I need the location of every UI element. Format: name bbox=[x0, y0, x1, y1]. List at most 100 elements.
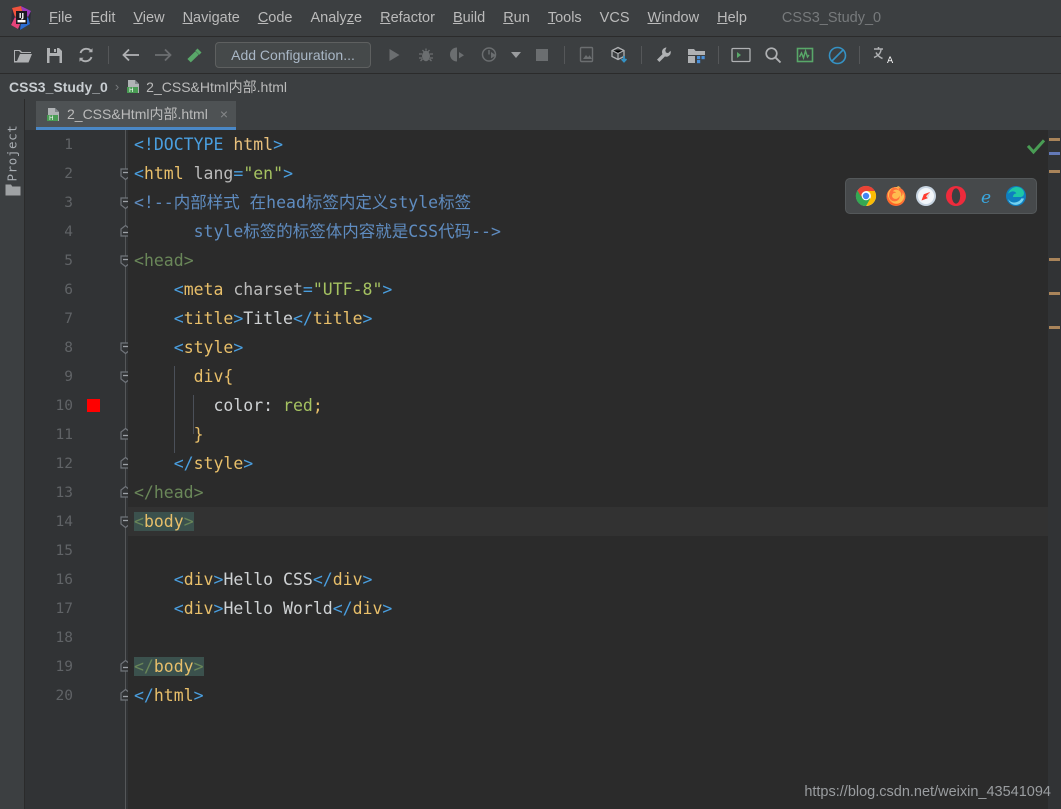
close-icon[interactable]: × bbox=[220, 106, 228, 122]
code-line[interactable]: } bbox=[128, 420, 1048, 449]
menu-item-vcs[interactable]: VCS bbox=[591, 7, 639, 29]
save-all-icon[interactable] bbox=[41, 42, 67, 68]
code-line[interactable]: </style> bbox=[128, 449, 1048, 478]
menu-item-build[interactable]: Build bbox=[444, 7, 494, 29]
terminal-icon[interactable] bbox=[728, 42, 754, 68]
error-stripe-mark[interactable] bbox=[1049, 152, 1060, 155]
code-line[interactable]: <meta charset="UTF-8"> bbox=[128, 275, 1048, 304]
code-line[interactable]: <!DOCTYPE html> bbox=[128, 130, 1048, 159]
editor-gutter[interactable]: 1234567891011121314151617181920 bbox=[25, 130, 128, 809]
code-line[interactable]: <body> bbox=[128, 507, 1048, 536]
menu-item-navigate[interactable]: Navigate bbox=[174, 7, 249, 29]
inspection-ok-checkmark-icon[interactable] bbox=[1027, 138, 1045, 161]
menu-item-tools[interactable]: Tools bbox=[539, 7, 591, 29]
code-line[interactable] bbox=[128, 536, 1048, 565]
sync-refresh-icon[interactable] bbox=[73, 42, 99, 68]
menu-item-view[interactable]: View bbox=[124, 7, 173, 29]
code-line[interactable]: <div>Hello World</div> bbox=[128, 594, 1048, 623]
code-line[interactable]: <style> bbox=[128, 333, 1048, 362]
code-pane[interactable]: <!DOCTYPE html><html lang="en"><!--内部样式 … bbox=[128, 130, 1048, 809]
gutter-line[interactable]: 18 bbox=[25, 623, 128, 652]
code-line[interactable]: <head> bbox=[128, 246, 1048, 275]
code-line[interactable]: </body> bbox=[128, 652, 1048, 681]
browser-open-in-popup[interactable]: e bbox=[845, 178, 1037, 214]
gutter-line[interactable]: 2 bbox=[25, 159, 128, 188]
stop-icon[interactable] bbox=[529, 42, 555, 68]
breakpoint-marker[interactable] bbox=[87, 399, 100, 412]
error-stripe-mark[interactable] bbox=[1049, 258, 1060, 261]
gutter-line[interactable]: 13 bbox=[25, 478, 128, 507]
gutter-line[interactable]: 19 bbox=[25, 652, 128, 681]
no-access-icon[interactable] bbox=[824, 42, 850, 68]
back-arrow-icon[interactable] bbox=[118, 42, 144, 68]
error-stripe[interactable] bbox=[1048, 130, 1061, 809]
error-stripe-mark[interactable] bbox=[1049, 138, 1060, 141]
error-stripe-mark[interactable] bbox=[1049, 292, 1060, 295]
menu-item-code[interactable]: Code bbox=[249, 7, 302, 29]
update-project-icon[interactable] bbox=[574, 42, 600, 68]
gutter-line[interactable]: 20 bbox=[25, 681, 128, 710]
code-token: head bbox=[154, 483, 194, 502]
gutter-line[interactable]: 5 bbox=[25, 246, 128, 275]
menu-item-analyze[interactable]: Analyze bbox=[302, 7, 372, 29]
code-editor[interactable]: 1234567891011121314151617181920 <!DOCTYP… bbox=[25, 130, 1061, 809]
safari-icon[interactable] bbox=[915, 185, 937, 207]
opera-icon[interactable] bbox=[945, 185, 967, 207]
run-icon[interactable] bbox=[381, 42, 407, 68]
gutter-line[interactable]: 15 bbox=[25, 536, 128, 565]
run-configuration-selector[interactable]: Add Configuration... bbox=[215, 42, 371, 68]
code-line[interactable]: </html> bbox=[128, 681, 1048, 710]
open-folder-icon[interactable] bbox=[9, 42, 35, 68]
error-stripe-mark[interactable] bbox=[1049, 170, 1060, 173]
editor-tab[interactable]: H 2_CSS&Html内部.html × bbox=[36, 101, 236, 130]
code-line[interactable]: color: red; bbox=[128, 391, 1048, 420]
gutter-line[interactable]: 10 bbox=[25, 391, 128, 420]
commit-icon[interactable] bbox=[606, 42, 632, 68]
watermark: https://blog.csdn.net/weixin_43541094 bbox=[804, 784, 1051, 800]
code-line[interactable]: style标签的标签体内容就是CSS代码--> bbox=[128, 217, 1048, 246]
chrome-icon[interactable] bbox=[855, 185, 877, 207]
code-line[interactable]: <div>Hello CSS</div> bbox=[128, 565, 1048, 594]
menu-item-help[interactable]: Help bbox=[708, 7, 756, 29]
run-coverage-icon[interactable] bbox=[445, 42, 471, 68]
gutter-line[interactable]: 4 bbox=[25, 217, 128, 246]
internet-explorer-icon[interactable]: e bbox=[975, 185, 997, 207]
breadcrumb-project[interactable]: CSS3_Study_0 bbox=[9, 79, 108, 95]
sidebar-item-project[interactable]: Project bbox=[5, 120, 20, 182]
menu-item-window[interactable]: Window bbox=[639, 7, 709, 29]
gutter-line[interactable]: 9 bbox=[25, 362, 128, 391]
menu-item-file[interactable]: File bbox=[40, 7, 81, 29]
menu-item-edit[interactable]: Edit bbox=[81, 7, 124, 29]
debug-icon[interactable] bbox=[413, 42, 439, 68]
menu-item-run[interactable]: Run bbox=[494, 7, 539, 29]
gutter-line[interactable]: 14 bbox=[25, 507, 128, 536]
gutter-line[interactable]: 17 bbox=[25, 594, 128, 623]
gutter-line[interactable]: 1 bbox=[25, 130, 128, 159]
code-line[interactable]: div{ bbox=[128, 362, 1048, 391]
settings-wrench-icon[interactable] bbox=[651, 42, 677, 68]
gutter-line[interactable]: 12 bbox=[25, 449, 128, 478]
edge-icon[interactable] bbox=[1005, 185, 1027, 207]
gutter-line[interactable]: 8 bbox=[25, 333, 128, 362]
forward-arrow-icon[interactable] bbox=[150, 42, 176, 68]
gutter-line[interactable]: 3 bbox=[25, 188, 128, 217]
activity-monitor-icon[interactable] bbox=[792, 42, 818, 68]
gutter-line[interactable]: 6 bbox=[25, 275, 128, 304]
dropdown-chevron-icon[interactable] bbox=[509, 42, 523, 68]
code-line[interactable]: <title>Title</title> bbox=[128, 304, 1048, 333]
firefox-icon[interactable] bbox=[885, 185, 907, 207]
search-everywhere-icon[interactable] bbox=[760, 42, 786, 68]
error-stripe-mark[interactable] bbox=[1049, 326, 1060, 329]
gutter-line[interactable]: 16 bbox=[25, 565, 128, 594]
code-line[interactable]: </head> bbox=[128, 478, 1048, 507]
gutter-line[interactable]: 7 bbox=[25, 304, 128, 333]
folder-icon[interactable] bbox=[5, 183, 21, 202]
build-hammer-icon[interactable] bbox=[182, 42, 208, 68]
breadcrumb-file[interactable]: 2_CSS&Html内部.html bbox=[146, 77, 287, 97]
gutter-line[interactable]: 11 bbox=[25, 420, 128, 449]
menu-item-refactor[interactable]: Refactor bbox=[371, 7, 444, 29]
profile-icon[interactable] bbox=[477, 42, 503, 68]
translate-icon[interactable]: A bbox=[869, 42, 897, 68]
code-line[interactable] bbox=[128, 623, 1048, 652]
project-structure-icon[interactable] bbox=[683, 42, 709, 68]
